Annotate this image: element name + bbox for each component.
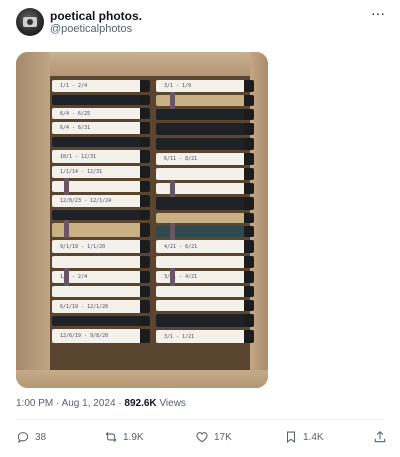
heart-icon bbox=[196, 432, 208, 443]
left-journal-label: 12/8/23 - 12/1/24 bbox=[60, 198, 112, 204]
left-journal: 12/6/19 - 9/8/20 bbox=[52, 329, 150, 343]
right-journal: 3/1 - 1/9 bbox=[156, 80, 254, 92]
share-button[interactable] bbox=[373, 430, 387, 444]
elastic-strap bbox=[64, 178, 69, 196]
like-count: 17K bbox=[214, 431, 232, 443]
retweet-button[interactable]: 1.9K bbox=[104, 430, 144, 444]
right-journal bbox=[156, 256, 254, 268]
left-journal-label: 9/1/19 - 1/1/20 bbox=[60, 243, 106, 250]
elastic-strap bbox=[170, 223, 175, 241]
right-journal: 6/11 - 8/21 bbox=[156, 153, 254, 165]
timestamp[interactable]: 1:00 PM · Aug 1, 2024 bbox=[16, 398, 116, 409]
bookmark-count: 1.4K bbox=[303, 431, 324, 443]
left-journal bbox=[52, 256, 150, 268]
left-journal-label: 1/1/14 - 12/31 bbox=[60, 169, 103, 175]
left-journal bbox=[52, 286, 150, 297]
left-journal-label: 12/6/19 - 9/8/20 bbox=[60, 333, 109, 339]
right-journal-label: 4/21 - 6/21 bbox=[164, 243, 198, 250]
right-journal bbox=[156, 213, 254, 223]
left-journal: 6/1/19 - 12/1/20 bbox=[52, 300, 150, 313]
right-journal bbox=[156, 314, 254, 327]
left-journal bbox=[52, 178, 150, 196]
reply-count: 38 bbox=[35, 431, 47, 443]
right-journal-label: 3/1 - 1/21 bbox=[164, 333, 195, 340]
left-journal-label: 6/4 - 6/31 bbox=[60, 125, 91, 131]
right-journal bbox=[156, 92, 254, 110]
left-journal-label: 10/1 - 12/31 bbox=[60, 153, 97, 160]
right-journal bbox=[156, 168, 254, 180]
journal-stack-right: 3/1 - 1/9 6/11 - 8/21 4/21 - 6/21 3/21 - 4/… bbox=[156, 80, 254, 346]
left-journal: 1/1/14 - 12/31 bbox=[52, 166, 150, 178]
right-journal bbox=[156, 197, 254, 210]
elastic-strap bbox=[170, 92, 175, 110]
right-journal bbox=[156, 286, 254, 297]
right-journal bbox=[156, 123, 254, 135]
reply-icon bbox=[17, 432, 29, 444]
tweet-photo[interactable]: 1/1 - 2/4 6/4 - 6/25 6/4 - 6/31 10/1 - 12/3… bbox=[16, 52, 268, 388]
left-journal-label: 6/1/19 - 12/1/20 bbox=[60, 303, 109, 310]
left-journal: 12/8/23 - 12/1/24 bbox=[52, 195, 150, 207]
camera-avatar-icon bbox=[23, 17, 37, 27]
elastic-strap bbox=[170, 180, 175, 198]
right-journal bbox=[156, 138, 254, 150]
journal-stack-left: 1/1 - 2/4 6/4 - 6/25 6/4 - 6/31 10/1 - 12/3… bbox=[52, 80, 150, 346]
left-journal bbox=[52, 220, 150, 238]
elastic-strap bbox=[64, 220, 69, 238]
reply-button[interactable]: 38 bbox=[16, 430, 46, 444]
right-journal: 3/21 - 4/21 bbox=[156, 268, 254, 286]
left-journal: 1/1 - 2/4 bbox=[52, 80, 150, 92]
right-journal bbox=[156, 109, 254, 120]
left-journal-label: 1/1 - 2/4 bbox=[60, 83, 88, 89]
avatar[interactable] bbox=[16, 8, 44, 36]
retweet-icon bbox=[105, 431, 117, 443]
author-display-name[interactable]: poetical photos. bbox=[50, 9, 142, 23]
right-journal bbox=[156, 223, 254, 241]
right-journal bbox=[156, 300, 254, 311]
left-journal: 6/4 - 6/31 bbox=[52, 122, 150, 134]
box-flap-top bbox=[16, 52, 268, 76]
right-journal: 4/21 - 6/21 bbox=[156, 240, 254, 253]
right-journal bbox=[156, 180, 254, 198]
box-flap-bottom bbox=[16, 370, 268, 388]
left-journal-label: 6/4 - 6/25 bbox=[60, 110, 91, 117]
right-journal-label: 3/1 - 1/9 bbox=[164, 83, 192, 89]
left-journal bbox=[52, 316, 150, 326]
bookmark-icon bbox=[286, 431, 296, 444]
retweet-count: 1.9K bbox=[123, 431, 144, 443]
left-journal bbox=[52, 210, 150, 220]
more-options-icon[interactable]: ··· bbox=[371, 6, 385, 20]
right-journal-label: 3/21 - 4/21 bbox=[164, 274, 198, 280]
author-handle[interactable]: @poeticalphotos bbox=[50, 23, 132, 36]
box-flap-left bbox=[16, 52, 50, 388]
bookmark-button[interactable]: 1.4K bbox=[284, 430, 324, 444]
left-journal bbox=[52, 95, 150, 105]
tweet: poetical photos. @poeticalphotos ··· 1/1… bbox=[0, 0, 400, 457]
elastic-strap bbox=[64, 268, 69, 286]
share-icon bbox=[374, 431, 386, 443]
left-journal: 9/1/19 - 1/1/20 bbox=[52, 240, 150, 253]
left-journal: 1/1 - 2/4 bbox=[52, 268, 150, 286]
right-journal: 3/1 - 1/21 bbox=[156, 330, 254, 343]
right-journal-label: 6/11 - 8/21 bbox=[164, 156, 198, 162]
elastic-strap bbox=[170, 268, 175, 286]
tweet-meta: 1:00 PM · Aug 1, 2024 · 892.6K Views bbox=[16, 398, 186, 410]
like-button[interactable]: 17K bbox=[195, 430, 232, 444]
left-journal: 10/1 - 12/31 bbox=[52, 150, 150, 163]
left-journal bbox=[52, 137, 150, 147]
views-label: Views bbox=[159, 398, 186, 409]
left-journal: 6/4 - 6/25 bbox=[52, 108, 150, 119]
view-count: 892.6K bbox=[124, 398, 157, 409]
divider bbox=[16, 419, 384, 420]
